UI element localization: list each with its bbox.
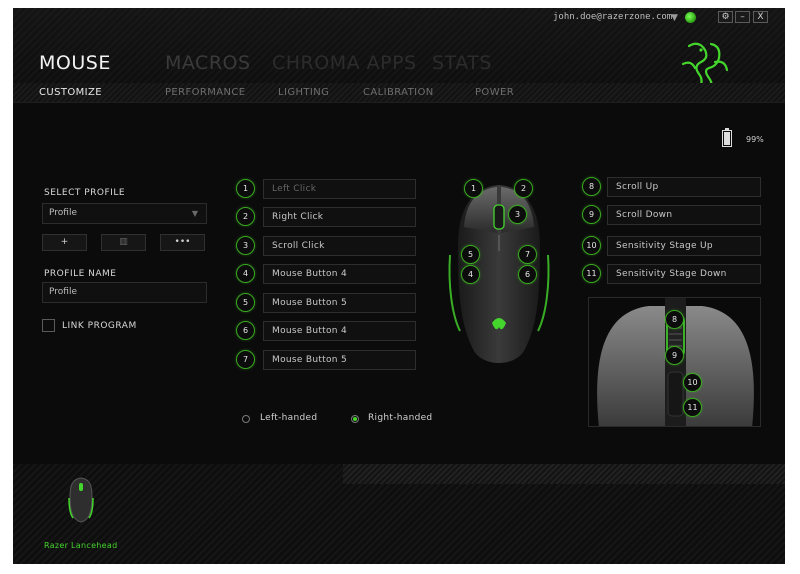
tab-power[interactable]: POWER bbox=[475, 87, 514, 98]
profile-name-label: PROFILE NAME bbox=[44, 269, 117, 279]
button-number-2: 2 bbox=[236, 207, 255, 226]
zoom-marker-9[interactable]: 9 bbox=[665, 346, 684, 365]
user-email[interactable]: john.doe@razerzone.com bbox=[553, 12, 672, 22]
more-options-button[interactable]: ••• bbox=[160, 234, 205, 251]
mouse-marker-4[interactable]: 4 bbox=[461, 265, 480, 284]
profile-dropdown[interactable]: Profile ▼ bbox=[42, 203, 207, 224]
button-number-6: 6 bbox=[236, 321, 255, 340]
tab-calibration[interactable]: CALIBRATION bbox=[363, 87, 434, 98]
mouse-marker-2[interactable]: 2 bbox=[514, 179, 533, 198]
button-10-assignment[interactable]: Sensitivity Stage Up bbox=[607, 236, 761, 256]
tab-performance[interactable]: PERFORMANCE bbox=[165, 87, 246, 98]
account-dropdown-icon[interactable]: ▼ bbox=[671, 13, 678, 23]
button-number-1: 1 bbox=[236, 179, 255, 198]
button-11-assignment[interactable]: Sensitivity Stage Down bbox=[607, 264, 761, 284]
tab-mouse[interactable]: MOUSE bbox=[39, 52, 111, 74]
right-handed-label: Right-handed bbox=[368, 413, 433, 423]
synapse-window: john.doe@razerzone.com ▼ ⚙ – X MOUSE MAC… bbox=[13, 8, 785, 564]
button-number-5: 5 bbox=[236, 293, 255, 312]
button-number-9: 9 bbox=[582, 205, 601, 224]
tab-customize[interactable]: CUSTOMIZE bbox=[39, 87, 102, 98]
device-bar: Razer Lancehead bbox=[13, 464, 785, 564]
zoom-marker-8[interactable]: 8 bbox=[665, 310, 684, 329]
button-4-assignment[interactable]: Mouse Button 4 bbox=[263, 264, 416, 284]
mouse-marker-5[interactable]: 5 bbox=[461, 245, 480, 264]
button-number-7: 7 bbox=[236, 350, 255, 369]
profile-name-value: Profile bbox=[49, 287, 77, 297]
device-name[interactable]: Razer Lancehead bbox=[44, 541, 117, 550]
online-status-icon[interactable] bbox=[685, 12, 696, 23]
battery-icon bbox=[722, 128, 732, 147]
zoom-marker-10[interactable]: 10 bbox=[683, 373, 702, 392]
button-1-assignment[interactable]: Left Click bbox=[263, 179, 416, 199]
zoom-marker-11[interactable]: 11 bbox=[683, 398, 702, 417]
tab-chroma-apps[interactable]: CHROMA APPS bbox=[272, 52, 417, 74]
button-number-4: 4 bbox=[236, 264, 255, 283]
button-number-8: 8 bbox=[582, 177, 601, 196]
mouse-marker-3[interactable]: 3 bbox=[508, 205, 527, 224]
footer-strip bbox=[343, 464, 785, 484]
tab-stats[interactable]: STATS bbox=[432, 52, 492, 74]
button-number-3: 3 bbox=[236, 236, 255, 255]
tab-macros[interactable]: MACROS bbox=[165, 52, 251, 74]
mouse-marker-7[interactable]: 7 bbox=[518, 245, 537, 264]
button-2-assignment[interactable]: Right Click bbox=[263, 207, 416, 227]
device-thumbnail[interactable] bbox=[67, 476, 95, 524]
right-handed-radio[interactable] bbox=[351, 415, 359, 423]
mouse-zoom-view: 8 9 10 11 bbox=[588, 297, 761, 427]
sub-navigation: CUSTOMIZE PERFORMANCE LIGHTING CALIBRATI… bbox=[13, 83, 785, 103]
mouse-marker-6[interactable]: 6 bbox=[518, 265, 537, 284]
mouse-marker-1[interactable]: 1 bbox=[464, 179, 483, 198]
button-3-assignment[interactable]: Scroll Click bbox=[263, 236, 416, 256]
button-6-assignment[interactable]: Mouse Button 4 bbox=[263, 321, 416, 341]
tab-lighting[interactable]: LIGHTING bbox=[278, 87, 329, 98]
settings-button[interactable]: ⚙ bbox=[718, 11, 733, 23]
minimize-button[interactable]: – bbox=[735, 11, 750, 23]
button-5-assignment[interactable]: Mouse Button 5 bbox=[263, 293, 416, 313]
close-button[interactable]: X bbox=[753, 11, 768, 23]
button-8-assignment[interactable]: Scroll Up bbox=[607, 177, 761, 197]
chevron-down-icon: ▼ bbox=[191, 209, 198, 218]
profile-dropdown-value: Profile bbox=[49, 208, 77, 218]
select-profile-label: SELECT PROFILE bbox=[44, 188, 126, 198]
button-number-10: 10 bbox=[582, 236, 601, 255]
link-program-label: LINK PROGRAM bbox=[62, 321, 137, 331]
add-profile-button[interactable]: + bbox=[42, 234, 87, 251]
button-number-11: 11 bbox=[582, 264, 601, 283]
delete-profile-button[interactable]: ▥ bbox=[101, 234, 146, 251]
link-program-checkbox[interactable] bbox=[42, 319, 55, 332]
button-7-assignment[interactable]: Mouse Button 5 bbox=[263, 350, 416, 370]
left-handed-label: Left-handed bbox=[260, 413, 318, 423]
left-handed-radio[interactable] bbox=[242, 415, 250, 423]
button-9-assignment[interactable]: Scroll Down bbox=[607, 205, 761, 225]
header: john.doe@razerzone.com ▼ ⚙ – X MOUSE MAC… bbox=[13, 8, 785, 103]
battery-percentage: 99% bbox=[746, 135, 764, 144]
profile-name-field[interactable]: Profile bbox=[42, 282, 207, 303]
